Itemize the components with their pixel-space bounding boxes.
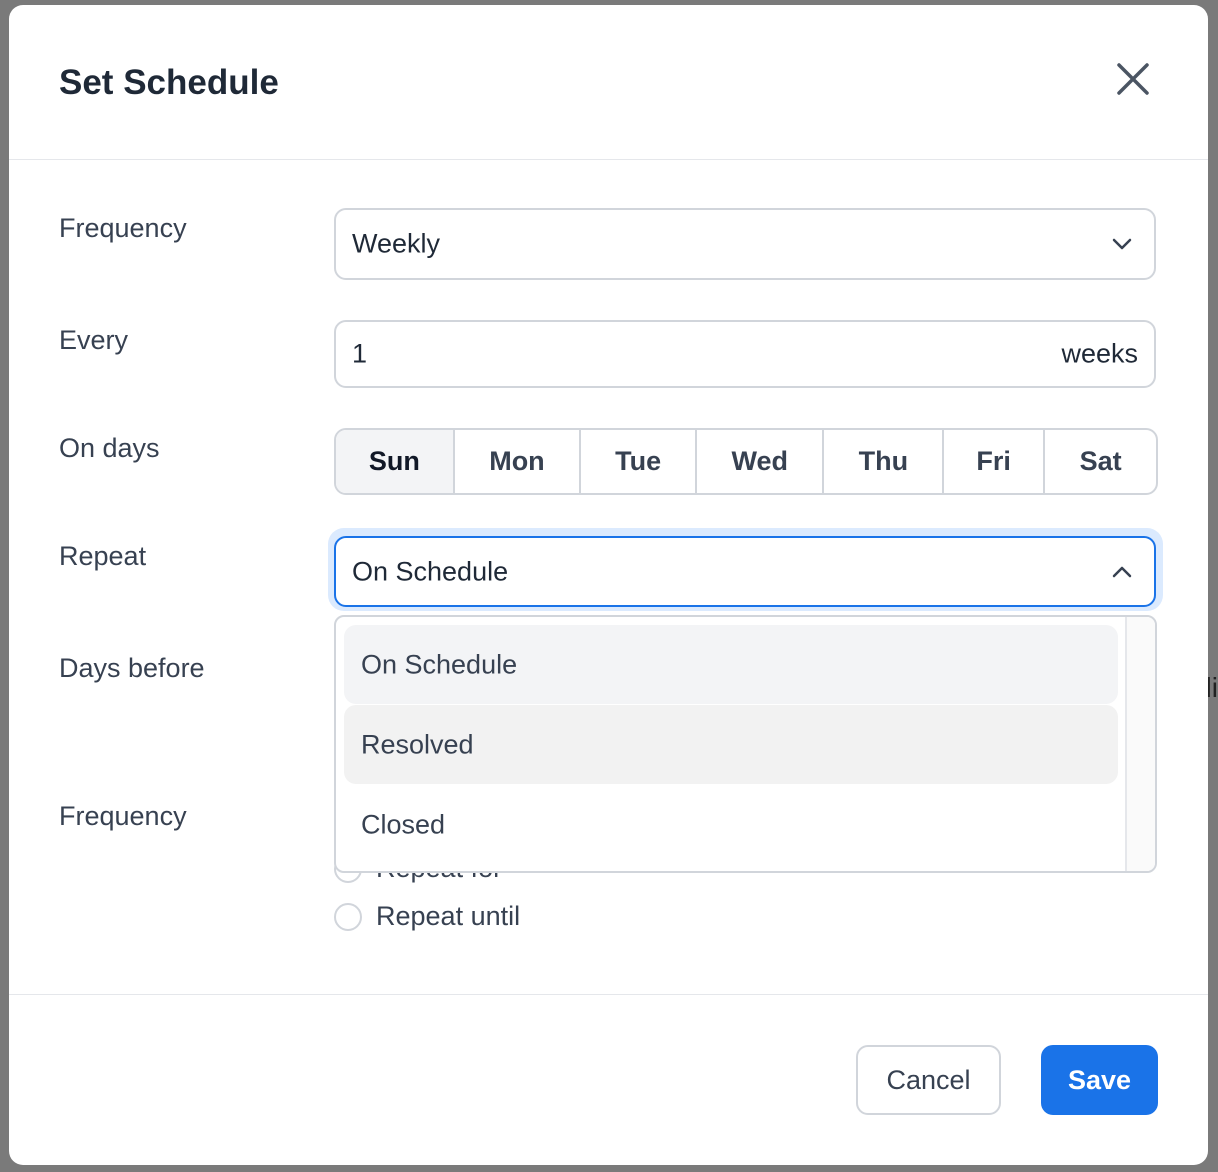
day-sat[interactable]: Sat xyxy=(1043,430,1156,493)
end-frequency-label: Frequency xyxy=(59,801,187,831)
set-schedule-dialog: Set Schedule Frequency Weekly Every 1 we… xyxy=(9,5,1208,1165)
option-label: Resolved xyxy=(361,729,474,759)
cancel-button[interactable]: Cancel xyxy=(856,1045,1001,1115)
every-unit: weeks xyxy=(1061,338,1138,369)
frequency-select[interactable]: Weekly xyxy=(334,208,1156,280)
chevron-down-icon xyxy=(1112,238,1132,250)
repeat-dropdown-menu: On Schedule Resolved Closed xyxy=(334,615,1157,873)
option-resolved[interactable]: Resolved xyxy=(344,705,1118,784)
close-icon[interactable] xyxy=(1115,61,1151,97)
on-days-label: On days xyxy=(59,433,160,463)
option-closed[interactable]: Closed xyxy=(344,785,1118,864)
day-fri[interactable]: Fri xyxy=(942,430,1043,493)
frequency-value: Weekly xyxy=(352,228,441,259)
day-wed[interactable]: Wed xyxy=(694,430,823,493)
every-value: 1 xyxy=(352,338,368,369)
days-before-label: Days before xyxy=(59,653,205,683)
radio-repeat-until[interactable]: Repeat until xyxy=(334,901,520,932)
day-sun[interactable]: Sun xyxy=(336,430,453,493)
repeat-select[interactable]: On Schedule xyxy=(334,536,1156,607)
option-label: Closed xyxy=(361,809,446,839)
frequency-label: Frequency xyxy=(59,213,187,243)
save-button[interactable]: Save xyxy=(1041,1045,1158,1115)
option-on-schedule[interactable]: On Schedule xyxy=(344,625,1118,704)
day-tue[interactable]: Tue xyxy=(579,430,695,493)
dialog-title: Set Schedule xyxy=(59,63,279,102)
dialog-footer: Cancel Save xyxy=(9,994,1208,1165)
scrollbar[interactable] xyxy=(1125,617,1155,871)
dialog-header: Set Schedule xyxy=(9,5,1208,160)
day-thu[interactable]: Thu xyxy=(822,430,942,493)
repeat-value: On Schedule xyxy=(352,556,509,586)
day-mon[interactable]: Mon xyxy=(452,430,580,493)
repeat-label: Repeat xyxy=(59,541,147,571)
every-label: Every xyxy=(59,325,129,355)
option-label: On Schedule xyxy=(361,649,518,679)
radio-circle xyxy=(334,902,362,931)
day-selector: Sun Mon Tue Wed Thu Fri Sat xyxy=(334,428,1158,495)
chevron-up-icon xyxy=(1112,566,1132,577)
every-input[interactable]: 1 weeks xyxy=(334,320,1156,388)
radio-label: Repeat until xyxy=(376,901,521,931)
